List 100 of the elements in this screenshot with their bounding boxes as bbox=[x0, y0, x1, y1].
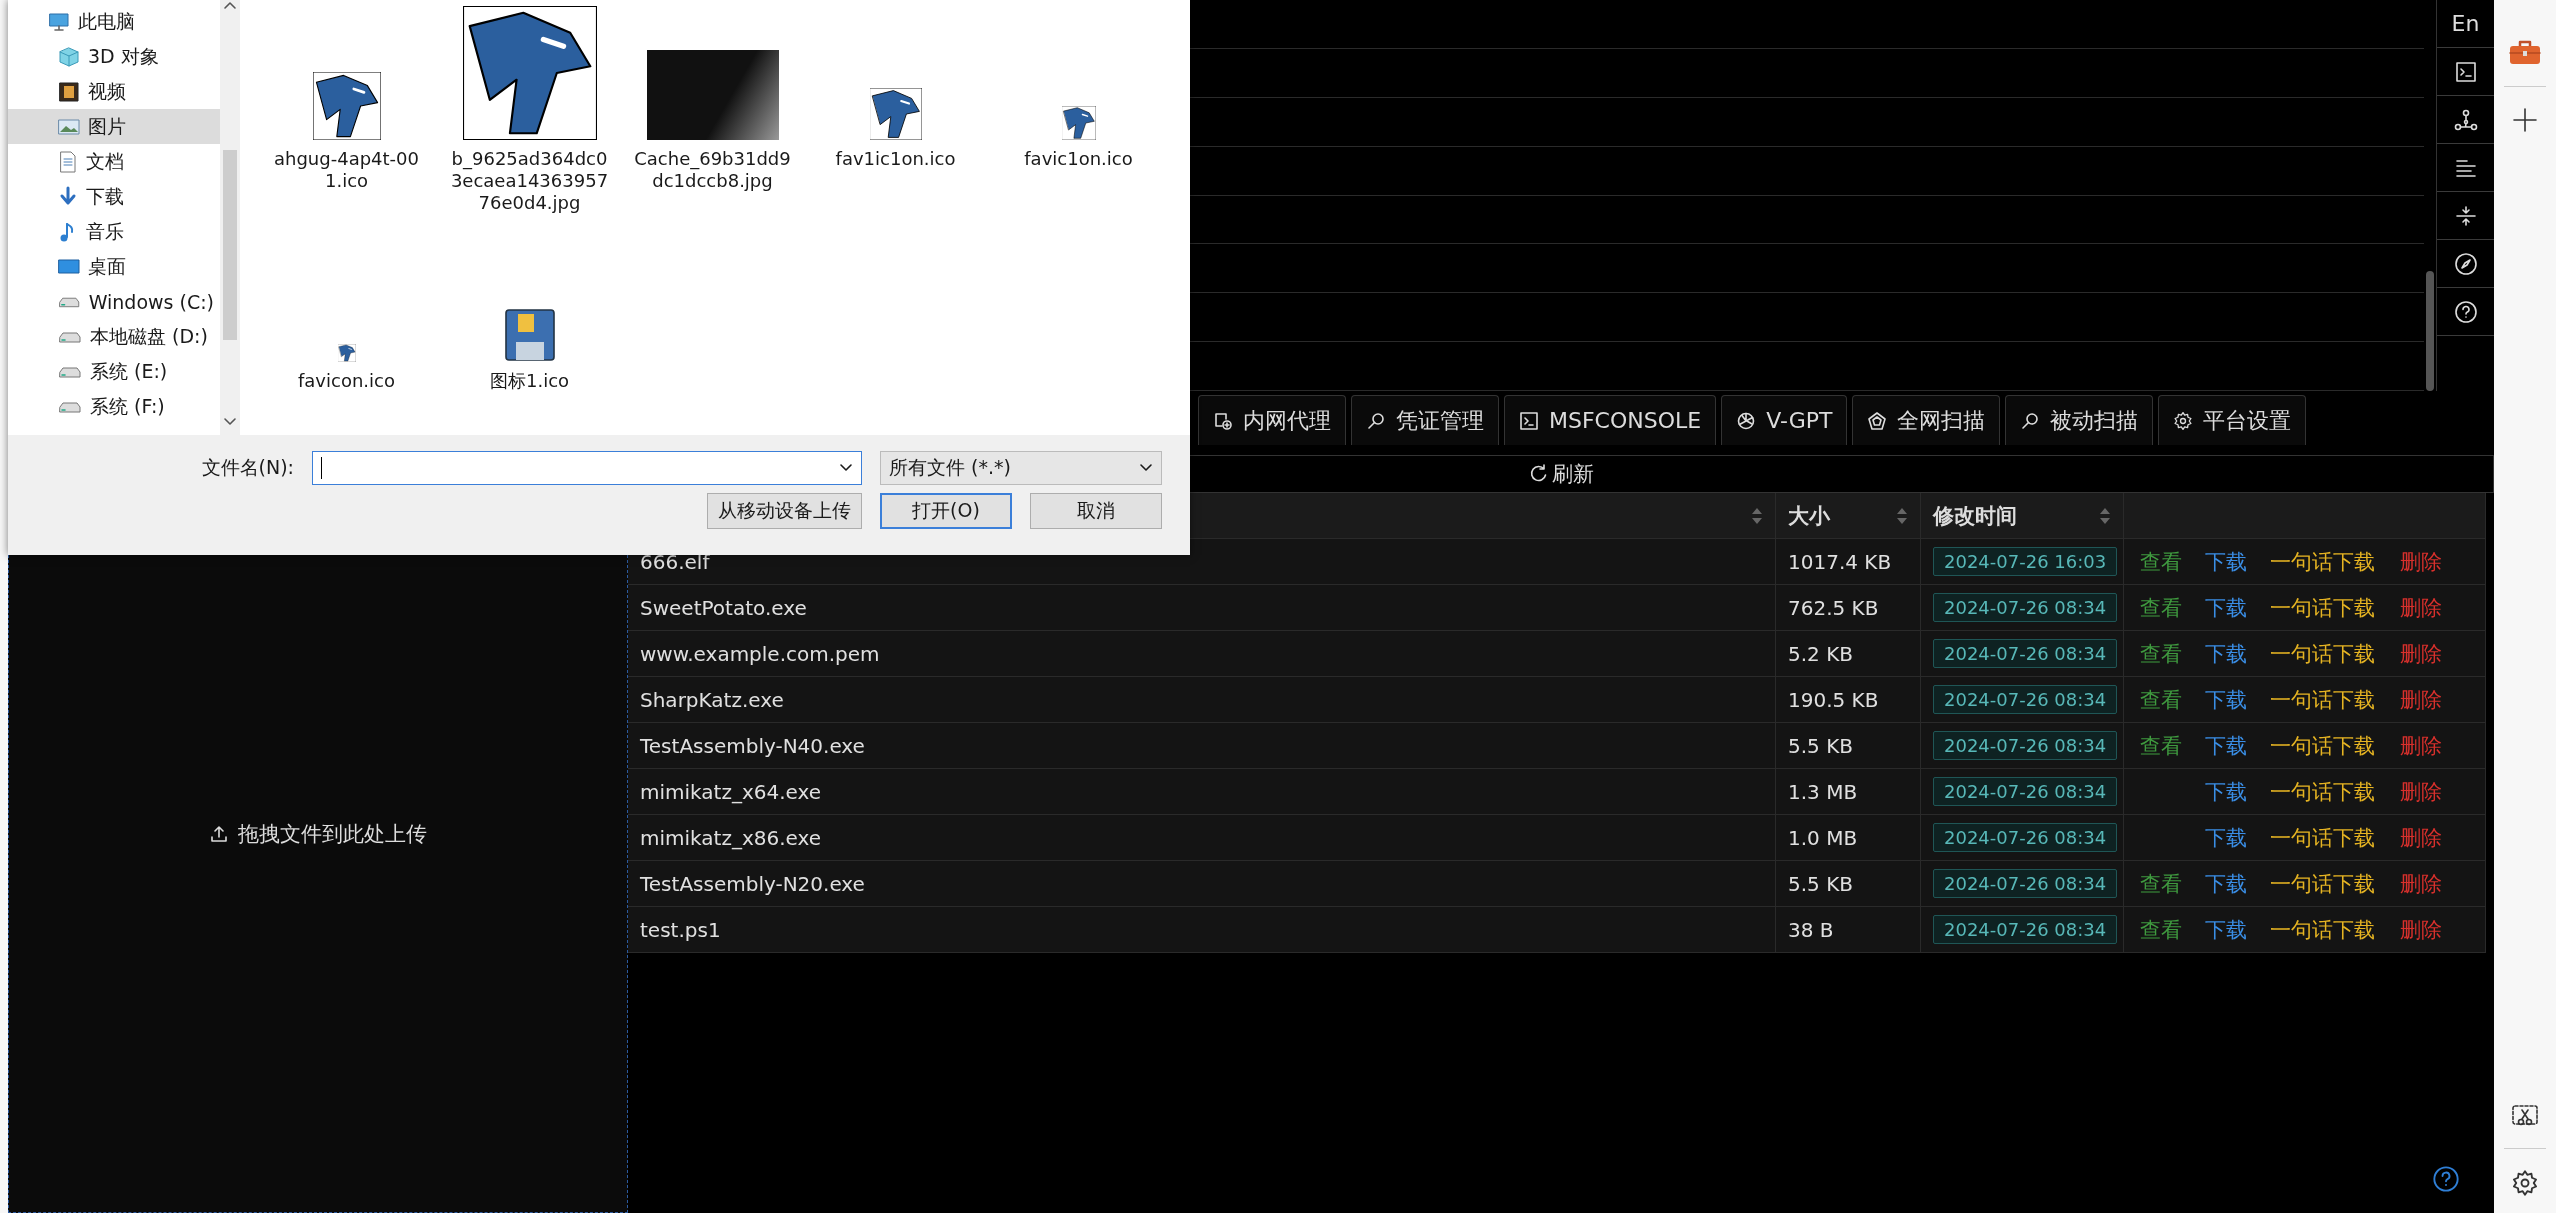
nav-item[interactable]: 文档 bbox=[8, 144, 220, 179]
tab[interactable]: MSFCONSOLE bbox=[1504, 395, 1717, 445]
action-link[interactable]: 下载 bbox=[2205, 685, 2270, 714]
tab[interactable]: 凭证管理 bbox=[1351, 395, 1499, 445]
action-link[interactable]: 一句话下载 bbox=[2270, 915, 2400, 944]
nav-item[interactable]: 系统 (F:) bbox=[8, 389, 220, 424]
file-name-cell: mimikatz_x64.exe bbox=[628, 769, 1776, 815]
nav-item[interactable]: 本地磁盘 (D:) bbox=[8, 319, 220, 354]
action-link[interactable]: 一句话下载 bbox=[2270, 731, 2400, 760]
compass-icon bbox=[2453, 251, 2478, 276]
nav-item[interactable]: 音乐 bbox=[8, 214, 220, 249]
column-header[interactable]: 大小 bbox=[1776, 493, 1921, 539]
action-link[interactable]: 一句话下载 bbox=[2270, 593, 2400, 622]
align-left-icon bbox=[2454, 157, 2477, 178]
action-link[interactable]: 删除 bbox=[2400, 547, 2480, 576]
file-name-label: 文件名(N): bbox=[201, 455, 294, 480]
scrollbar-thumb[interactable] bbox=[2426, 271, 2434, 391]
compress-icon bbox=[2454, 204, 2477, 227]
time-tag: 2024-07-26 08:34 bbox=[1933, 823, 2118, 852]
time-tag: 2024-07-26 08:34 bbox=[1933, 777, 2118, 806]
nav-item[interactable]: 3D 对象 bbox=[8, 39, 220, 74]
action-link[interactable]: 下载 bbox=[2205, 731, 2270, 760]
nav-item[interactable]: 此电脑 bbox=[8, 4, 220, 39]
upload-hint: 拖拽文件到此处上传 bbox=[237, 821, 427, 848]
action-link[interactable]: 下载 bbox=[2205, 777, 2270, 806]
column-header[interactable]: 修改时间 bbox=[1921, 493, 2124, 539]
dialog-button[interactable]: 打开(O) bbox=[880, 493, 1012, 529]
file-size-cell: 1.0 MB bbox=[1776, 815, 1921, 861]
file-name[interactable]: b_9625ad364dc03ecaea1436395776e0d4.jpg bbox=[449, 148, 610, 214]
tab[interactable]: 平台设置 bbox=[2158, 395, 2307, 445]
action-link[interactable]: 下载 bbox=[2205, 915, 2270, 944]
action-link[interactable]: 删除 bbox=[2400, 869, 2480, 898]
action-link[interactable]: 下载 bbox=[2205, 869, 2270, 898]
file-type-dropdown[interactable]: 所有文件 (*.*) bbox=[880, 451, 1162, 485]
action-link[interactable]: 删除 bbox=[2400, 823, 2480, 852]
action-link[interactable]: 下载 bbox=[2205, 593, 2270, 622]
tab[interactable]: 全网扫描 bbox=[1852, 395, 2001, 445]
action-link[interactable]: 删除 bbox=[2400, 915, 2480, 944]
action-link[interactable]: 查看 bbox=[2140, 915, 2205, 944]
tab[interactable]: 内网代理 bbox=[1198, 395, 1346, 445]
nav-item[interactable]: 图片 bbox=[8, 109, 220, 144]
cube-icon bbox=[58, 45, 80, 68]
upload-icon bbox=[209, 825, 228, 843]
nav-item[interactable]: 桌面 bbox=[8, 249, 220, 284]
action-link[interactable]: 删除 bbox=[2400, 639, 2480, 668]
action-link[interactable]: 下载 bbox=[2205, 823, 2270, 852]
help-icon bbox=[2432, 1165, 2460, 1193]
action-link[interactable]: 一句话下载 bbox=[2270, 547, 2400, 576]
action-link[interactable]: 查看 bbox=[2140, 731, 2205, 760]
action-link[interactable]: 下载 bbox=[2205, 547, 2270, 576]
action-link[interactable]: 一句话下载 bbox=[2270, 685, 2400, 714]
action-link[interactable]: 一句话下载 bbox=[2270, 823, 2400, 852]
file-name-cell: mimikatz_x86.exe bbox=[628, 815, 1776, 861]
file-name-input[interactable] bbox=[312, 451, 862, 485]
time-tag: 2024-07-26 08:34 bbox=[1933, 639, 2118, 668]
tab[interactable]: V-GPT bbox=[1721, 395, 1848, 445]
logo-thumbnail bbox=[1061, 106, 1096, 140]
nav-item[interactable]: 视频 bbox=[8, 74, 220, 109]
sort-icon bbox=[2099, 506, 2111, 525]
file-name[interactable]: Cache_69b31dd9dc1dccb8.jpg bbox=[632, 148, 793, 192]
nav-item[interactable]: 下载 bbox=[8, 179, 220, 214]
computer-icon bbox=[48, 11, 70, 32]
dialog-button[interactable]: 取消 bbox=[1030, 493, 1162, 529]
action-link[interactable]: 查看 bbox=[2140, 639, 2205, 668]
document-icon bbox=[58, 150, 78, 173]
toolbox-icon bbox=[2508, 38, 2542, 66]
time-tag: 2024-07-26 08:34 bbox=[1933, 685, 2118, 714]
file-size-cell: 1.3 MB bbox=[1776, 769, 1921, 815]
action-link[interactable]: 查看 bbox=[2140, 685, 2205, 714]
dialog-button[interactable]: 从移动设备上传 bbox=[707, 493, 862, 529]
file-name[interactable]: ahgug-4ap4t-001.ico bbox=[266, 148, 427, 192]
plus-icon bbox=[2512, 107, 2538, 133]
file-name-cell: TestAssembly-N20.exe bbox=[628, 861, 1776, 907]
file-name[interactable]: fav1ic1on.ico bbox=[815, 148, 976, 170]
action-link[interactable]: 查看 bbox=[2140, 593, 2205, 622]
nav-item[interactable]: Windows (C:) bbox=[8, 284, 220, 319]
action-link[interactable]: 删除 bbox=[2400, 593, 2480, 622]
file-name[interactable]: favicon.ico bbox=[266, 370, 427, 392]
action-link[interactable]: 一句话下载 bbox=[2270, 869, 2400, 898]
action-link[interactable]: 一句话下载 bbox=[2270, 639, 2400, 668]
plus-box-icon bbox=[1213, 410, 1233, 431]
scrollbar-thumb[interactable] bbox=[223, 150, 237, 340]
file-name[interactable]: 图标1.ico bbox=[449, 370, 610, 392]
sort-icon bbox=[1896, 506, 1908, 525]
search-icon bbox=[2020, 410, 2041, 431]
file-name[interactable]: favic1on.ico bbox=[998, 148, 1159, 170]
action-link[interactable]: 查看 bbox=[2140, 869, 2205, 898]
time-tag: 2024-07-26 08:34 bbox=[1933, 915, 2118, 944]
tab[interactable]: 被动扫描 bbox=[2005, 395, 2154, 445]
action-link[interactable]: 下载 bbox=[2205, 639, 2270, 668]
action-link[interactable]: 一句话下载 bbox=[2270, 777, 2400, 806]
logo-thumbnail bbox=[312, 72, 381, 140]
sort-icon bbox=[1751, 506, 1763, 525]
time-tag: 2024-07-26 08:34 bbox=[1933, 869, 2118, 898]
action-link[interactable]: 查看 bbox=[2140, 547, 2205, 576]
nav-item[interactable]: 系统 (E:) bbox=[8, 354, 220, 389]
action-link[interactable]: 删除 bbox=[2400, 685, 2480, 714]
action-link[interactable]: 删除 bbox=[2400, 731, 2480, 760]
action-link[interactable]: 删除 bbox=[2400, 777, 2480, 806]
language-button[interactable]: En bbox=[2437, 0, 2494, 48]
